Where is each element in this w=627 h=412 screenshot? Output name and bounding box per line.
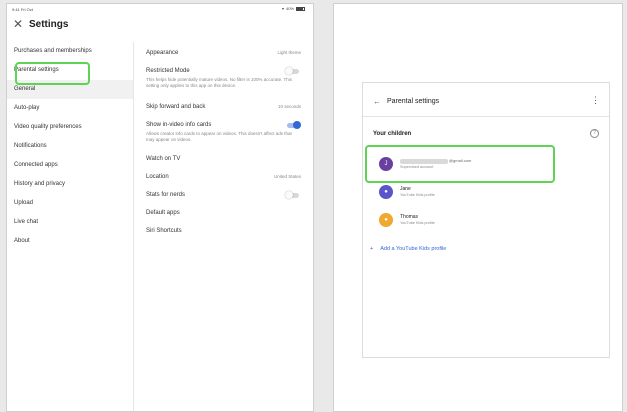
skip-label: Skip forward and back (146, 104, 206, 110)
settings-sidebar: Purchases and memberships Parental setti… (7, 42, 134, 411)
sidebar-item-label: Notifications (14, 143, 47, 149)
parental-settings-panel: ← Parental settings ⋮ Your children ? J … (362, 82, 610, 358)
info-cards-row[interactable]: Show in-video info cards Allows creator … (146, 121, 305, 143)
appearance-label: Appearance (146, 50, 179, 56)
child-name: Thomas (400, 214, 419, 220)
child-name: Jane (400, 186, 411, 192)
sidebar-item-about[interactable]: About (7, 232, 133, 251)
sidebar-item-label: General (14, 86, 36, 92)
skip-value: 10 seconds (277, 104, 301, 109)
settings-screen: 9:41 Fri Oct ▾ 40% ✕ Settings Purchases … (6, 3, 314, 412)
sidebar-item-upload[interactable]: Upload (7, 194, 133, 213)
toggle-knob (285, 67, 293, 75)
location-value: United States (273, 174, 301, 179)
close-icon[interactable]: ✕ (13, 18, 23, 30)
highlight-supervised-account (365, 145, 555, 183)
siri-shortcuts-label: Siri Shortcuts (146, 228, 182, 234)
sidebar-item-label: Live chat (14, 219, 39, 225)
status-bar: 9:41 Fri Oct ▾ 40% (7, 4, 313, 14)
sidebar-item-auto-play[interactable]: Auto-play (7, 99, 133, 118)
watch-on-tv-label: Watch on TV (146, 156, 181, 162)
sidebar-item-notifications[interactable]: Notifications (7, 137, 133, 156)
info-cards-toggle[interactable] (287, 121, 301, 129)
add-kids-profile-label: Add a YouTube Kids profile (380, 246, 447, 252)
status-indicators: ▾ 40% (282, 6, 305, 11)
battery-icon (296, 6, 305, 11)
appearance-value: Light theme (277, 50, 301, 55)
stats-row[interactable]: Stats for nerds (146, 191, 305, 199)
sidebar-item-label: About (14, 238, 30, 244)
siri-shortcuts-row[interactable]: Siri Shortcuts (146, 228, 305, 234)
watch-on-tv-row[interactable]: Watch on TV (146, 156, 305, 162)
panel-title: Parental settings (387, 98, 440, 105)
general-settings-panel: Appearance Light theme Restricted Mode T… (146, 46, 305, 234)
sidebar-item-label: Connected apps (14, 162, 58, 168)
wifi-icon: ▾ (281, 6, 284, 11)
location-label: Location (146, 174, 169, 180)
sidebar-item-purchases[interactable]: Purchases and memberships (7, 42, 133, 61)
sidebar-item-connected-apps[interactable]: Connected apps (7, 156, 133, 175)
divider (363, 116, 609, 117)
sidebar-item-label: Purchases and memberships (14, 48, 92, 54)
child-profile-jane[interactable]: ● Jane YouTube Kids profile (373, 183, 573, 203)
skip-row[interactable]: Skip forward and back 10 seconds (146, 104, 305, 110)
help-icon[interactable]: ? (590, 129, 599, 138)
parental-settings-screen: ← Parental settings ⋮ Your children ? J … (333, 3, 623, 412)
avatar: ● (379, 213, 393, 227)
add-kids-profile-button[interactable]: + Add a YouTube Kids profile (370, 246, 446, 252)
restricted-mode-label: Restricted Mode (146, 68, 190, 74)
location-row[interactable]: Location United States (146, 174, 305, 180)
more-vertical-icon[interactable]: ⋮ (591, 95, 600, 106)
sidebar-item-label: Video quality preferences (14, 124, 82, 130)
highlight-parental-settings (15, 62, 90, 85)
page-title: Settings (29, 19, 69, 30)
battery-percent: 40% (285, 6, 294, 11)
status-time: 9:41 Fri Oct (12, 7, 33, 12)
back-arrow-icon[interactable]: ← (373, 97, 381, 106)
your-children-heading: Your children (373, 131, 412, 137)
sidebar-item-video-quality[interactable]: Video quality preferences (7, 118, 133, 137)
restricted-mode-toggle[interactable] (285, 67, 299, 75)
toggle-knob (285, 191, 293, 199)
stats-toggle[interactable] (285, 191, 299, 199)
sidebar-item-label: Upload (14, 200, 34, 206)
info-cards-label: Show in-video info cards (146, 122, 212, 128)
sidebar-item-label: History and privacy (14, 181, 66, 187)
child-subtitle: YouTube Kids profile (400, 193, 435, 197)
avatar: ● (379, 185, 393, 199)
child-subtitle: YouTube Kids profile (400, 221, 435, 225)
stats-label: Stats for nerds (146, 192, 186, 198)
appearance-row[interactable]: Appearance Light theme (146, 50, 305, 56)
default-apps-label: Default apps (146, 210, 180, 216)
toggle-knob (293, 121, 301, 129)
restricted-mode-row[interactable]: Restricted Mode This helps hide potentia… (146, 67, 305, 89)
default-apps-row[interactable]: Default apps (146, 210, 305, 216)
info-cards-description: Allows creator info cards to appear on v… (146, 131, 292, 142)
sidebar-item-live-chat[interactable]: Live chat (7, 213, 133, 232)
child-profile-thomas[interactable]: ● Thomas YouTube Kids profile (373, 211, 573, 231)
sidebar-item-label: Auto-play (14, 105, 40, 111)
restricted-mode-description: This helps hide potentially mature video… (146, 77, 292, 88)
sidebar-item-history-privacy[interactable]: History and privacy (7, 175, 133, 194)
plus-icon: + (370, 246, 374, 252)
